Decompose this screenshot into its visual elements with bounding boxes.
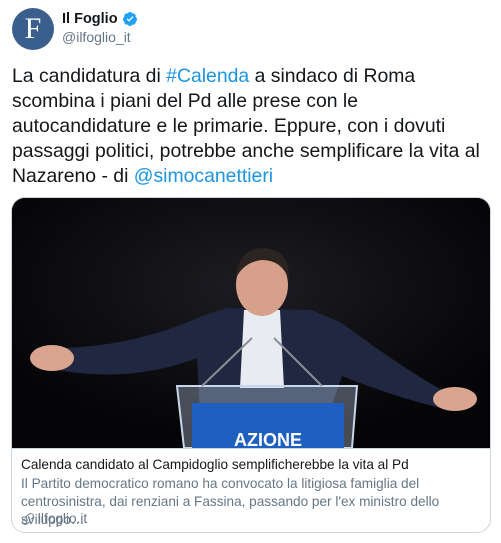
podium-text: AZIONE: [234, 430, 302, 448]
mention-link[interactable]: @simocanettieri: [134, 165, 273, 187]
name-row: Il Foglio: [62, 10, 138, 28]
avatar-letter: F: [24, 12, 42, 45]
display-name[interactable]: Il Foglio: [62, 11, 118, 27]
verified-badge-icon: [122, 11, 138, 27]
card-image[interactable]: AZIONE: [12, 198, 490, 448]
tweet[interactable]: F Il Foglio @ilfoglio_it La candidatura …: [0, 0, 501, 543]
tweet-text: La candidatura di #Calenda a sindaco di …: [12, 64, 490, 189]
card-title[interactable]: Calenda candidato al Campidoglio semplif…: [21, 457, 409, 472]
handle[interactable]: @ilfoglio_it: [62, 29, 131, 45]
tweet-text-part: La candidatura di: [12, 65, 167, 87]
card-description: Il Partito democratico romano ha convoca…: [21, 476, 440, 527]
link-card[interactable]: AZIONE Calenda candidato al Campidoglio …: [11, 197, 491, 533]
card-domain[interactable]: ilfoglio.it: [21, 511, 87, 526]
card-body[interactable]: Calenda candidato al Campidoglio semplif…: [12, 448, 490, 532]
card-domain-text[interactable]: ilfoglio.it: [38, 511, 87, 526]
hashtag-link[interactable]: #Calenda: [166, 65, 249, 87]
avatar[interactable]: F: [12, 8, 54, 50]
link-icon: [22, 512, 34, 525]
